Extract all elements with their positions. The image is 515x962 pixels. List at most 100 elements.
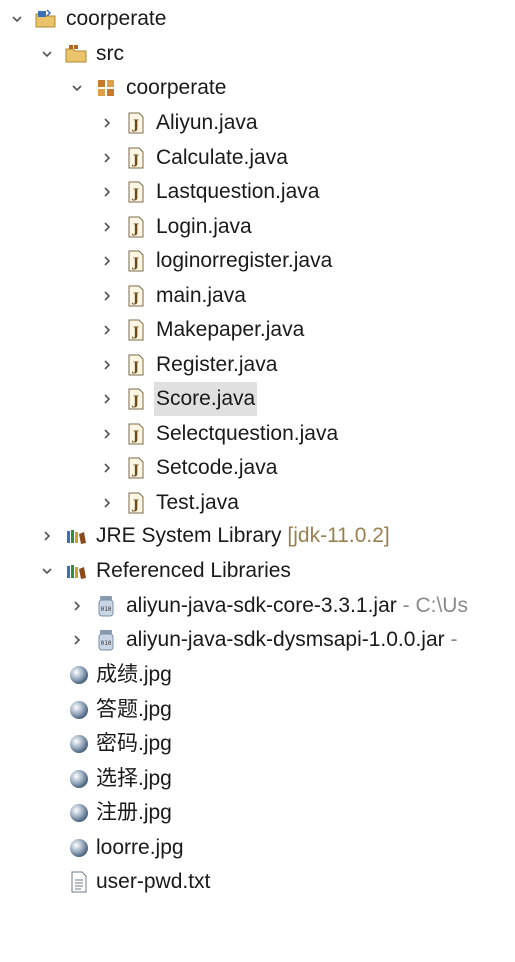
tree-item-java-file[interactable]: J Selectquestion.java	[0, 417, 515, 451]
jar-path-decoration: - C:\Us	[396, 594, 468, 617]
library-icon	[64, 524, 88, 548]
chevron-right-icon[interactable]	[100, 244, 114, 278]
jre-library-label: JRE System Library	[96, 524, 282, 547]
tree-item-java-file[interactable]: J Lastquestion.java	[0, 175, 515, 209]
source-folder-icon	[64, 42, 88, 66]
svg-text:J: J	[132, 187, 139, 202]
java-file-icon: J	[124, 111, 148, 135]
image-file-icon	[67, 767, 91, 791]
svg-text:J: J	[132, 360, 139, 375]
tree-item-label: 选择.jpg	[96, 766, 172, 790]
chevron-right-icon[interactable]	[100, 106, 114, 140]
java-file-icon: J	[124, 491, 148, 515]
tree-item-resource-file[interactable]: 注册.jpg	[0, 796, 515, 830]
chevron-right-icon[interactable]	[100, 382, 114, 416]
chevron-right-icon[interactable]	[100, 486, 114, 520]
chevron-right-icon[interactable]	[100, 210, 114, 244]
tree-item-java-file[interactable]: J Test.java	[0, 486, 515, 520]
java-file-icon: J	[124, 146, 148, 170]
tree-item-package[interactable]: coorperate	[0, 71, 515, 105]
java-file-icon: J	[124, 215, 148, 239]
tree-item-label: main.java	[156, 283, 246, 307]
svg-text:J: J	[132, 291, 139, 306]
tree-item-jar[interactable]: 010 aliyun-java-sdk-core-3.3.1.jar - C:\…	[0, 589, 515, 623]
tree-item-java-file[interactable]: J Score.java	[0, 382, 515, 416]
tree-item-jar[interactable]: 010 aliyun-java-sdk-dysmsapi-1.0.0.jar -	[0, 623, 515, 657]
chevron-right-icon[interactable]	[100, 141, 114, 175]
svg-text:J: J	[132, 394, 139, 409]
tree-item-src-folder[interactable]: src	[0, 37, 515, 71]
tree-item-label: Score.java	[154, 382, 258, 416]
tree-item-label: Register.java	[156, 352, 278, 376]
chevron-right-icon[interactable]	[100, 313, 114, 347]
tree-item-jre-library[interactable]: JRE System Library [jdk-11.0.2]	[0, 519, 515, 553]
image-file-icon	[67, 801, 91, 825]
java-file-icon: J	[124, 422, 148, 446]
package-explorer-tree: coorperate src coorperate J Aliyun.java …	[0, 0, 515, 962]
tree-item-label: aliyun-java-sdk-dysmsapi-1.0.0.jar -	[124, 623, 459, 657]
tree-item-resource-file[interactable]: 成绩.jpg	[0, 658, 515, 692]
chevron-right-icon[interactable]	[100, 279, 114, 313]
tree-item-java-file[interactable]: Jloginorregister.java	[0, 244, 515, 278]
java-file-icon: J	[124, 456, 148, 480]
tree-item-java-file[interactable]: J Aliyun.java	[0, 106, 515, 140]
chevron-right-icon[interactable]	[40, 519, 54, 553]
tree-item-resource-file[interactable]: loorre.jpg	[0, 831, 515, 865]
tree-item-java-file[interactable]: Jmain.java	[0, 279, 515, 313]
chevron-right-icon[interactable]	[70, 589, 84, 623]
image-file-icon	[67, 732, 91, 756]
java-file-icon: J	[124, 387, 148, 411]
tree-item-label: loorre.jpg	[96, 835, 184, 859]
tree-item-project[interactable]: coorperate	[0, 2, 515, 36]
chevron-right-icon[interactable]	[70, 623, 84, 657]
tree-item-label: loginorregister.java	[156, 249, 333, 272]
tree-item-label: user-pwd.txt	[96, 870, 211, 893]
svg-text:J: J	[132, 498, 139, 513]
image-file-icon	[67, 698, 91, 722]
tree-item-java-file[interactable]: J Setcode.java	[0, 451, 515, 485]
chevron-right-icon[interactable]	[100, 348, 114, 382]
tree-item-label: JRE System Library [jdk-11.0.2]	[94, 519, 392, 553]
java-file-icon: J	[124, 249, 148, 273]
tree-item-label: Setcode.java	[156, 456, 278, 479]
jar-path-decoration: -	[444, 628, 458, 651]
tree-item-java-file[interactable]: J Register.java	[0, 348, 515, 382]
tree-item-referenced-libraries[interactable]: Referenced Libraries	[0, 554, 515, 588]
chevron-down-icon[interactable]	[40, 554, 54, 588]
tree-item-label: 注册.jpg	[96, 801, 172, 824]
text-file-icon	[67, 870, 91, 894]
chevron-right-icon[interactable]	[100, 417, 114, 451]
library-icon	[64, 559, 88, 583]
svg-text:010: 010	[101, 606, 112, 613]
tree-item-label: Aliyun.java	[156, 111, 258, 134]
tree-item-resource-file[interactable]: user-pwd.txt	[0, 865, 515, 899]
tree-item-label: aliyun-java-sdk-core-3.3.1.jar - C:\Us	[124, 589, 470, 623]
tree-item-label: 成绩.jpg	[96, 663, 172, 686]
tree-item-label: coorperate	[126, 76, 227, 99]
tree-item-label: Test.java	[156, 490, 239, 514]
tree-item-resource-file[interactable]: 密码.jpg	[0, 727, 515, 761]
chevron-down-icon[interactable]	[40, 37, 54, 71]
tree-item-label: 密码.jpg	[96, 732, 172, 755]
chevron-down-icon[interactable]	[10, 2, 24, 36]
svg-text:J: J	[132, 153, 139, 168]
tree-item-label: 答题.jpg	[96, 697, 172, 721]
tree-item-java-file[interactable]: J Makepaper.java	[0, 313, 515, 347]
tree-item-java-file[interactable]: J Login.java	[0, 210, 515, 244]
image-file-icon	[67, 663, 91, 687]
java-file-icon: J	[124, 353, 148, 377]
tree-item-resource-file[interactable]: 选择.jpg	[0, 762, 515, 796]
tree-item-java-file[interactable]: J Calculate.java	[0, 141, 515, 175]
java-file-icon: J	[124, 284, 148, 308]
chevron-right-icon[interactable]	[100, 175, 114, 209]
svg-text:J: J	[132, 463, 139, 478]
tree-item-label: Login.java	[156, 214, 252, 238]
tree-item-label: Lastquestion.java	[156, 180, 320, 203]
svg-text:J: J	[132, 256, 139, 271]
tree-item-resource-file[interactable]: 答题.jpg	[0, 693, 515, 727]
svg-text:J: J	[132, 118, 139, 133]
jar-icon: 010	[94, 628, 118, 652]
chevron-right-icon[interactable]	[100, 451, 114, 485]
chevron-down-icon[interactable]	[70, 71, 84, 105]
jre-version-decoration: [jdk-11.0.2]	[287, 524, 390, 547]
